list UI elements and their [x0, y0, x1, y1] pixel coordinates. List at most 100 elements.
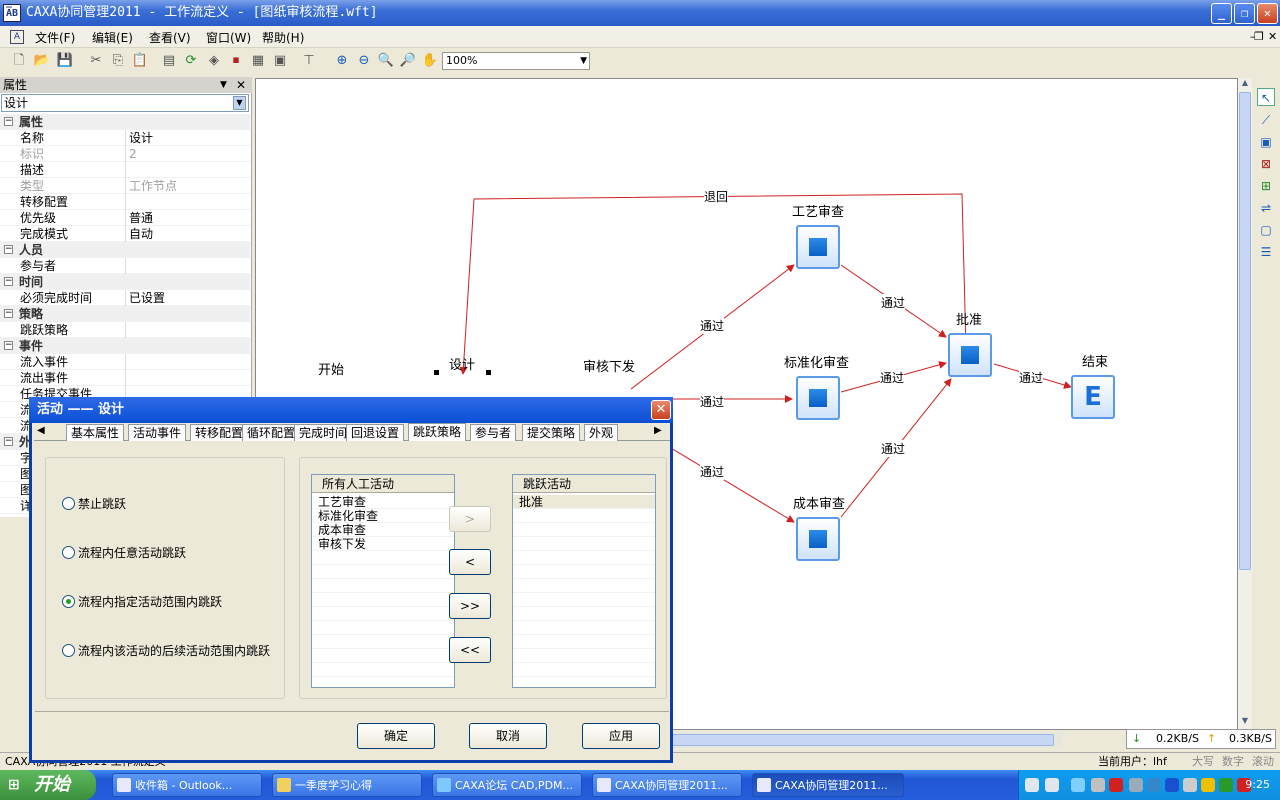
node-approve[interactable]: [948, 333, 992, 377]
property-value[interactable]: 自动: [129, 226, 153, 242]
collapse-icon[interactable]: −: [4, 437, 13, 446]
property-row[interactable]: 标识 2: [0, 146, 250, 162]
activity-tool-icon[interactable]: ▣: [1257, 133, 1275, 151]
list-item[interactable]: [513, 649, 655, 663]
property-row[interactable]: 流出事件: [0, 370, 250, 386]
connect-tool-icon[interactable]: ⟋: [1257, 111, 1275, 129]
security-icon[interactable]: [1219, 778, 1233, 792]
select-tool-icon[interactable]: ↖: [1257, 88, 1275, 106]
stop-icon[interactable]: ⏹: [227, 52, 245, 70]
list-item[interactable]: [513, 593, 655, 607]
grid-icon[interactable]: ▦: [249, 52, 267, 70]
list-item[interactable]: [513, 537, 655, 551]
text-tool-icon[interactable]: ▢: [1257, 221, 1275, 239]
cancel-button[interactable]: 取消: [469, 723, 547, 749]
property-row[interactable]: 转移配置: [0, 194, 250, 210]
scroll-down-icon[interactable]: ▼: [1239, 716, 1251, 728]
collapse-icon[interactable]: −: [4, 117, 13, 126]
list-item[interactable]: [513, 635, 655, 649]
monitor-icon[interactable]: [1147, 778, 1161, 792]
remove-button[interactable]: <: [449, 549, 491, 575]
list-item[interactable]: [513, 523, 655, 537]
subflow-tool-icon[interactable]: ⊞: [1257, 177, 1275, 195]
tab-item[interactable]: 外观: [584, 424, 619, 441]
scrollbar-thumb[interactable]: [672, 734, 1054, 746]
list-item[interactable]: [312, 579, 454, 593]
tab-item[interactable]: 基本属性: [66, 424, 125, 441]
property-row[interactable]: 名称 设计: [0, 130, 250, 146]
property-value[interactable]: 设计: [129, 130, 153, 146]
list-item[interactable]: [312, 649, 454, 663]
horizontal-scrollbar[interactable]: [672, 732, 1062, 748]
property-row[interactable]: 流入事件: [0, 354, 250, 370]
update-icon[interactable]: [1201, 778, 1215, 792]
property-value[interactable]: 工作节点: [129, 178, 177, 194]
list-item[interactable]: [312, 565, 454, 579]
zoom-select[interactable]: 100% ▼: [442, 52, 590, 70]
zoom-in-icon[interactable]: ⊕: [333, 52, 351, 70]
properties-icon[interactable]: ▤: [160, 52, 178, 70]
list-item[interactable]: [513, 509, 655, 523]
end-tool-icon[interactable]: ☰: [1257, 243, 1275, 261]
list-item[interactable]: 工艺审查: [312, 495, 454, 509]
edge-reject[interactable]: [459, 193, 967, 375]
property-row[interactable]: 优先级 普通: [0, 210, 250, 226]
list-item[interactable]: [513, 551, 655, 565]
cut-icon[interactable]: ✂: [87, 52, 105, 70]
copy-icon[interactable]: ⎘: [109, 52, 127, 70]
tab-scroll-left-icon[interactable]: ◀: [37, 425, 45, 436]
task-caxa-1[interactable]: CAXA协同管理2011...: [592, 773, 742, 797]
property-category[interactable]: − 属性: [0, 114, 250, 130]
delete-tool-icon[interactable]: ⊠: [1257, 155, 1275, 173]
menu-help[interactable]: 帮助(H): [262, 29, 304, 46]
ok-button[interactable]: 确定: [357, 723, 435, 749]
property-category[interactable]: − 事件: [0, 338, 250, 354]
save-icon[interactable]: 💾: [56, 52, 74, 70]
object-selector[interactable]: 设计 ▼: [1, 94, 249, 112]
menu-window[interactable]: 窗口(W): [206, 29, 251, 46]
panel-menu-icon[interactable]: ▼: [220, 77, 227, 93]
tab-item[interactable]: 提交策略: [522, 424, 581, 441]
property-row[interactable]: 类型 工作节点: [0, 178, 250, 194]
menu-file[interactable]: 文件(F): [35, 29, 75, 46]
task-ie[interactable]: CAXA论坛 CAD,PDM...: [432, 773, 582, 797]
node-end[interactable]: E: [1071, 375, 1115, 419]
list-item[interactable]: [312, 607, 454, 621]
collapse-icon[interactable]: −: [4, 341, 13, 350]
help-icon[interactable]: [1045, 778, 1059, 792]
list-item[interactable]: [513, 565, 655, 579]
list-item[interactable]: [312, 593, 454, 607]
property-row[interactable]: 必须完成时间 已设置: [0, 290, 250, 306]
task-caxa-2[interactable]: CAXA协同管理2011...: [752, 773, 904, 797]
tab-item[interactable]: 完成时间: [294, 424, 353, 441]
tab-item[interactable]: 回退设置: [346, 424, 405, 441]
add-button[interactable]: >: [449, 506, 491, 532]
all-activities-list[interactable]: 所有人工活动 工艺审查 标准化审查 成本审查 审核下发: [311, 474, 455, 688]
property-row[interactable]: 参与者: [0, 258, 250, 274]
selection-handle[interactable]: [486, 370, 491, 375]
property-row[interactable]: 描述: [0, 162, 250, 178]
align-top-icon[interactable]: ⊤: [300, 52, 318, 70]
refresh-icon[interactable]: ⟳: [182, 52, 200, 70]
ati-icon[interactable]: [1109, 778, 1123, 792]
task-outlook[interactable]: 收件箱 - Outlook...: [112, 773, 262, 797]
keyboard-icon[interactable]: [1025, 778, 1039, 792]
close-button[interactable]: ✕: [1257, 3, 1278, 24]
start-button[interactable]: ⊞ 开始: [0, 770, 96, 800]
menu-view[interactable]: 查看(V): [149, 29, 191, 46]
list-item[interactable]: 成本审查: [312, 523, 454, 537]
collapse-icon[interactable]: −: [4, 277, 13, 286]
tab-scroll-right-icon[interactable]: ▶: [654, 425, 662, 436]
list-item[interactable]: 标准化审查: [312, 509, 454, 523]
list-item[interactable]: [513, 579, 655, 593]
list-item[interactable]: 审核下发: [312, 537, 454, 551]
collapse-icon[interactable]: −: [4, 245, 13, 254]
property-row[interactable]: 完成模式 自动: [0, 226, 250, 242]
scroll-up-icon[interactable]: ▲: [1239, 78, 1251, 90]
dialog-close-button[interactable]: ✕: [651, 400, 671, 420]
collapse-icon[interactable]: −: [4, 309, 13, 318]
selection-handle[interactable]: [434, 370, 439, 375]
mdi-close-icon[interactable]: ✕: [1268, 30, 1277, 43]
minimize-button[interactable]: _: [1211, 3, 1232, 24]
property-category[interactable]: − 策略: [0, 306, 250, 322]
